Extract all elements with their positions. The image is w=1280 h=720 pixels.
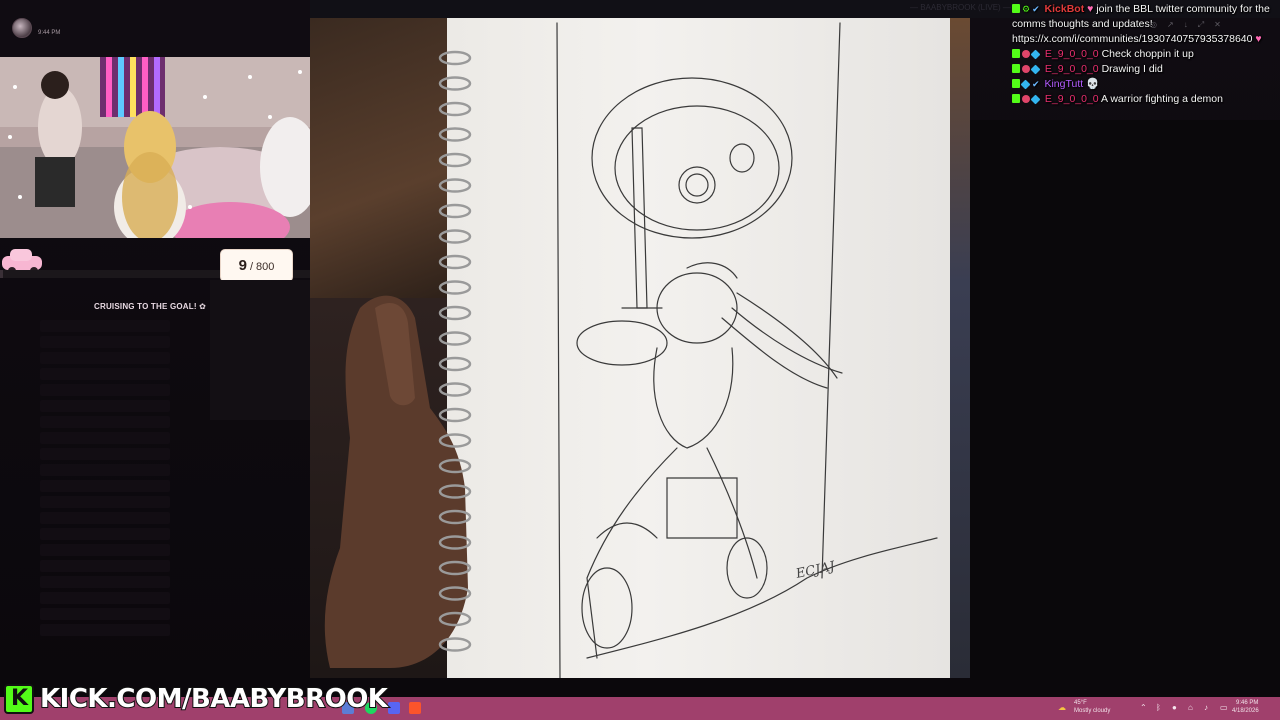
bot-badge-icon: ⚙ — [1022, 4, 1031, 14]
kick-badge-icon — [1012, 64, 1020, 73]
warrior-sketch: ECJAJ — [556, 22, 938, 678]
bluetooth-icon[interactable]: ᛒ — [1156, 703, 1161, 712]
desktop-right-panel — [970, 120, 1280, 680]
chat-download-icon[interactable]: ↓ — [1184, 20, 1188, 36]
goal-label: CRUISING TO THE GOAL! ✿ — [94, 302, 207, 311]
chat-popout-icon[interactable]: ↗ — [1167, 20, 1174, 36]
speaker-icon[interactable]: ♪ — [1204, 703, 1208, 712]
goal-current: 9 — [238, 257, 247, 274]
stream-frame: — BAABYBROOK (LIVE) — 9:44 PM 9 / 800 CR… — [0, 0, 1280, 720]
goal-target: 800 — [256, 261, 275, 273]
gift-badge-icon — [1030, 49, 1041, 60]
weather-description: Mostly cloudy — [1074, 708, 1111, 714]
desktop-ghost-panel — [210, 280, 310, 420]
chat-expand-icon[interactable]: ⤢ — [1198, 20, 1204, 36]
chat-username[interactable]: E_9_0_0_0 — [1045, 63, 1099, 75]
subscriber-badge-icon — [1022, 65, 1030, 73]
chevron-up-icon[interactable]: ⌃ — [1140, 703, 1147, 712]
verified-badge-icon: ✔ — [1032, 79, 1040, 89]
stream-clock: 9:44 PM — [38, 30, 61, 36]
taskbar-clock[interactable]: 9:46 PM — [1236, 700, 1258, 706]
chat-username[interactable]: KingTutt — [1044, 78, 1083, 90]
chat-username[interactable]: E_9_0_0_0 — [1045, 93, 1099, 105]
chat-username[interactable]: KickBot — [1045, 3, 1085, 15]
taskbar-date[interactable]: 4/18/2026 — [1232, 708, 1259, 714]
browser-title: — BAABYBROOK (LIVE) — — [910, 3, 1011, 12]
battery-icon[interactable]: ▭ — [1220, 703, 1228, 712]
kick-badge-icon — [1012, 94, 1020, 103]
webcam-image — [0, 57, 317, 238]
chat-zoom-icon[interactable]: ◎ — [1150, 20, 1157, 36]
skull-emote-icon: 💀 — [1086, 78, 1100, 90]
verified-badge-icon: ✔ — [1032, 4, 1040, 14]
chat-overlay: ⚙ ✔ KickBot ♥ join the BBL twitter commun… — [1012, 2, 1280, 107]
brave-browser-icon[interactable] — [409, 702, 421, 714]
kick-badge-icon — [1012, 4, 1020, 13]
kick-logo-letter: K — [11, 686, 29, 711]
chat-text: Check choppin it up — [1101, 48, 1194, 60]
chat-username[interactable]: E_9_0_0_0 — [1045, 48, 1099, 60]
chat-close-icon[interactable]: ✕ — [1214, 20, 1221, 36]
stream-profile-header: 9:44 PM — [8, 16, 308, 42]
channel-url: KICK.COM/BAABYBROOK — [39, 683, 389, 715]
kick-badge-icon — [1012, 49, 1020, 58]
webcam-feed — [0, 57, 317, 238]
kick-logo-icon: K — [4, 684, 34, 714]
goal-counter: 9 / 800 — [220, 249, 293, 282]
subscriber-badge-icon — [1022, 95, 1030, 103]
chat-window-controls: ◎ ↗ ↓ ⤢ ✕ — [1150, 20, 1270, 36]
room-right-edge — [950, 18, 970, 678]
subscriber-badge-icon — [1022, 50, 1030, 58]
avatar[interactable] — [12, 18, 32, 38]
heart-emote-icon: ♥ — [1087, 3, 1094, 15]
kick-badge-icon — [1012, 79, 1020, 88]
goal-progress-fill — [0, 270, 4, 278]
network-icon[interactable]: ⌂ — [1188, 703, 1193, 712]
chat-text: A warrior fighting a demon — [1101, 93, 1223, 105]
microphone-icon[interactable]: ● — [1172, 703, 1177, 712]
desktop-ghost-list — [40, 320, 170, 660]
discord-icon[interactable] — [388, 702, 400, 714]
chat-text: Drawing I did — [1101, 63, 1163, 75]
chat-message: E_9_0_0_0 Check choppin it up — [1012, 47, 1280, 62]
chat-message: ✔ KingTutt 💀 — [1012, 77, 1280, 92]
weather-icon[interactable]: ☁ — [1058, 703, 1066, 712]
gift-badge-icon — [1020, 79, 1031, 90]
gift-badge-icon — [1030, 64, 1041, 75]
chat-message: E_9_0_0_0 Drawing I did — [1012, 62, 1280, 77]
drawing-camera-view: ECJAJ — [310, 18, 970, 678]
chat-message: E_9_0_0_0 A warrior fighting a demon — [1012, 92, 1280, 107]
gift-badge-icon — [1030, 94, 1041, 105]
goal-separator: / — [249, 261, 254, 273]
artist-signature: ECJAJ — [794, 559, 837, 582]
weather-temperature: 45°F — [1074, 700, 1087, 706]
